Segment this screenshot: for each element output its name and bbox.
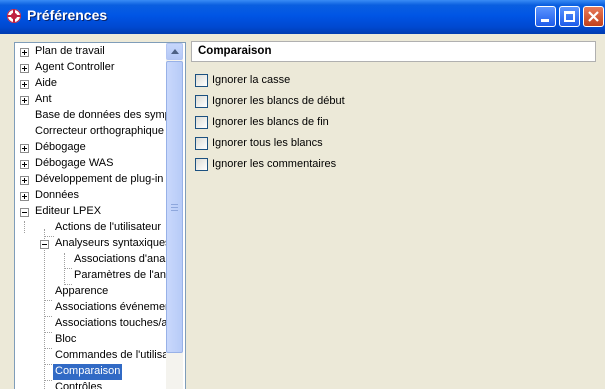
page-title: Comparaison xyxy=(198,45,272,57)
checkbox-label[interactable]: Ignorer les commentaires xyxy=(212,158,336,171)
tree-item-parametres-analyseur[interactable]: Paramètres de l'ana xyxy=(74,268,172,284)
tree-item-agent-controller[interactable]: Agent Controller xyxy=(35,60,115,76)
tree-item-base-de-donnees[interactable]: Base de données des symp xyxy=(35,108,171,124)
tree-item-donnees[interactable]: Données xyxy=(35,188,79,204)
tree-item-editeur-lpex[interactable]: Editeur LPEX xyxy=(35,204,101,220)
expand-icon[interactable] xyxy=(20,176,29,185)
checkbox-label[interactable]: Ignorer les blancs de début xyxy=(212,95,345,108)
checkbox-label[interactable]: Ignorer la casse xyxy=(212,74,290,87)
grip-icon xyxy=(171,210,178,211)
tree-item-analyseurs-syntaxiques[interactable]: Analyseurs syntaxiques xyxy=(55,236,171,252)
checkbox[interactable] xyxy=(195,158,208,171)
tree-item-plan-de-travail[interactable]: Plan de travail xyxy=(35,44,105,60)
checkbox-label[interactable]: Ignorer les blancs de fin xyxy=(212,116,329,129)
tree-item-debogage-was[interactable]: Débogage WAS xyxy=(35,156,113,172)
checkbox[interactable] xyxy=(195,74,208,87)
title-bar[interactable]: Préférences xyxy=(0,0,605,34)
tree-item-actions-utilisateur[interactable]: Actions de l'utilisateur xyxy=(55,220,161,236)
tree-item-ant[interactable]: Ant xyxy=(35,92,52,108)
tree-line xyxy=(44,380,52,381)
tree-item-apparence[interactable]: Apparence xyxy=(55,284,108,300)
tree-item-bloc[interactable]: Bloc xyxy=(55,332,76,348)
expand-icon[interactable] xyxy=(20,160,29,169)
tree-line xyxy=(64,253,65,285)
expand-icon[interactable] xyxy=(20,96,29,105)
preference-page: Comparaison Ignorer la casse Ignorer les… xyxy=(189,34,605,388)
grip-icon xyxy=(171,204,178,205)
minimize-icon xyxy=(541,19,549,22)
tree-item-associations-analyseurs[interactable]: Associations d'anal xyxy=(74,252,168,268)
tree-line xyxy=(44,236,54,237)
checkbox[interactable] xyxy=(195,137,208,150)
tree-line xyxy=(64,268,72,269)
expand-icon[interactable] xyxy=(20,192,29,201)
grip-icon xyxy=(171,207,178,208)
maximize-button[interactable] xyxy=(559,6,580,27)
tree-line xyxy=(44,229,45,389)
tree-item-comparaison[interactable]: Comparaison xyxy=(53,364,123,380)
tree-line xyxy=(44,348,52,349)
close-button[interactable] xyxy=(583,6,604,27)
maximize-icon xyxy=(564,11,575,22)
tree-item-commandes-utilisateur[interactable]: Commandes de l'utilisat xyxy=(55,348,171,364)
window-title: Préférences xyxy=(27,7,108,23)
chevron-up-icon xyxy=(171,49,179,54)
tree-line xyxy=(24,221,25,233)
tree-item-correcteur[interactable]: Correcteur orthographique xyxy=(35,124,164,140)
page-header: Comparaison xyxy=(191,41,596,62)
minimize-button[interactable] xyxy=(535,6,556,27)
expand-icon[interactable] xyxy=(20,144,29,153)
tree-line xyxy=(44,300,52,301)
checkbox[interactable] xyxy=(195,116,208,129)
checkbox[interactable] xyxy=(195,95,208,108)
dialog-client: Plan de travail Agent Controller Aide An… xyxy=(0,34,605,389)
tree-item-aide[interactable]: Aide xyxy=(35,76,57,92)
expand-icon[interactable] xyxy=(20,80,29,89)
tree-line xyxy=(44,364,52,365)
scrollbar-thumb[interactable] xyxy=(166,61,183,353)
expand-icon[interactable] xyxy=(20,48,29,57)
tree-scrollbar[interactable] xyxy=(166,43,183,389)
scroll-up-button[interactable] xyxy=(166,43,183,60)
tree-item-debogage[interactable]: Débogage xyxy=(35,140,86,156)
expand-icon[interactable] xyxy=(20,64,29,73)
tree-line xyxy=(44,332,52,333)
preferences-tree[interactable]: Plan de travail Agent Controller Aide An… xyxy=(14,42,186,389)
preferences-app-icon xyxy=(7,9,21,23)
checkbox-label[interactable]: Ignorer tous les blancs xyxy=(212,137,323,150)
collapse-icon[interactable] xyxy=(20,208,29,217)
tree-item-developpement-plug-in[interactable]: Développement de plug-in xyxy=(35,172,163,188)
collapse-icon[interactable] xyxy=(40,240,49,249)
close-icon xyxy=(588,11,599,22)
tree-item-associations-evenements[interactable]: Associations événemen xyxy=(55,300,171,316)
tree-item-associations-touches[interactable]: Associations touches/a xyxy=(55,316,168,332)
tree-line xyxy=(44,316,52,317)
